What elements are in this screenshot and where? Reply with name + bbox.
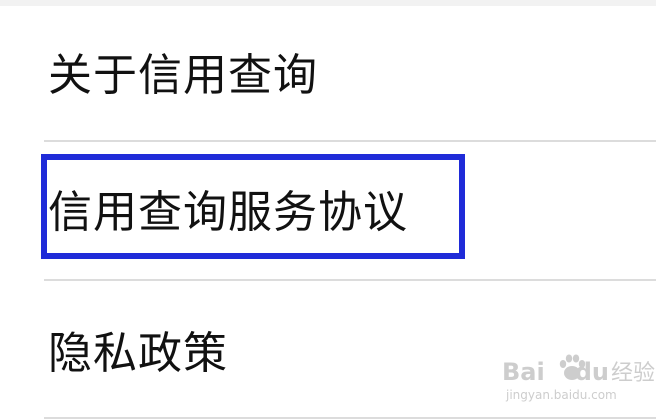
menu-item-credit-service-agreement[interactable]: 信用查询服务协议 [0, 142, 656, 280]
menu-item-label: 关于信用查询 [48, 50, 318, 101]
menu-item-about-credit-query[interactable]: 关于信用查询 [0, 4, 656, 142]
watermark-url: jingyan.baidu.com [506, 388, 617, 402]
settings-screen: 关于信用查询 信用查询服务协议 隐私政策 Bai du经验 jingyan.bai… [0, 0, 656, 420]
paw-icon [559, 354, 586, 380]
baidu-jingyan-watermark: Bai du经验 jingyan.baidu.com [502, 354, 655, 413]
menu-item-label: 信用查询服务协议 [48, 187, 408, 238]
watermark-brand-cn: 经验 [610, 361, 655, 386]
watermark-brand-left: Bai [502, 358, 545, 386]
divider [44, 417, 656, 419]
menu-item-label: 隐私政策 [48, 328, 228, 379]
